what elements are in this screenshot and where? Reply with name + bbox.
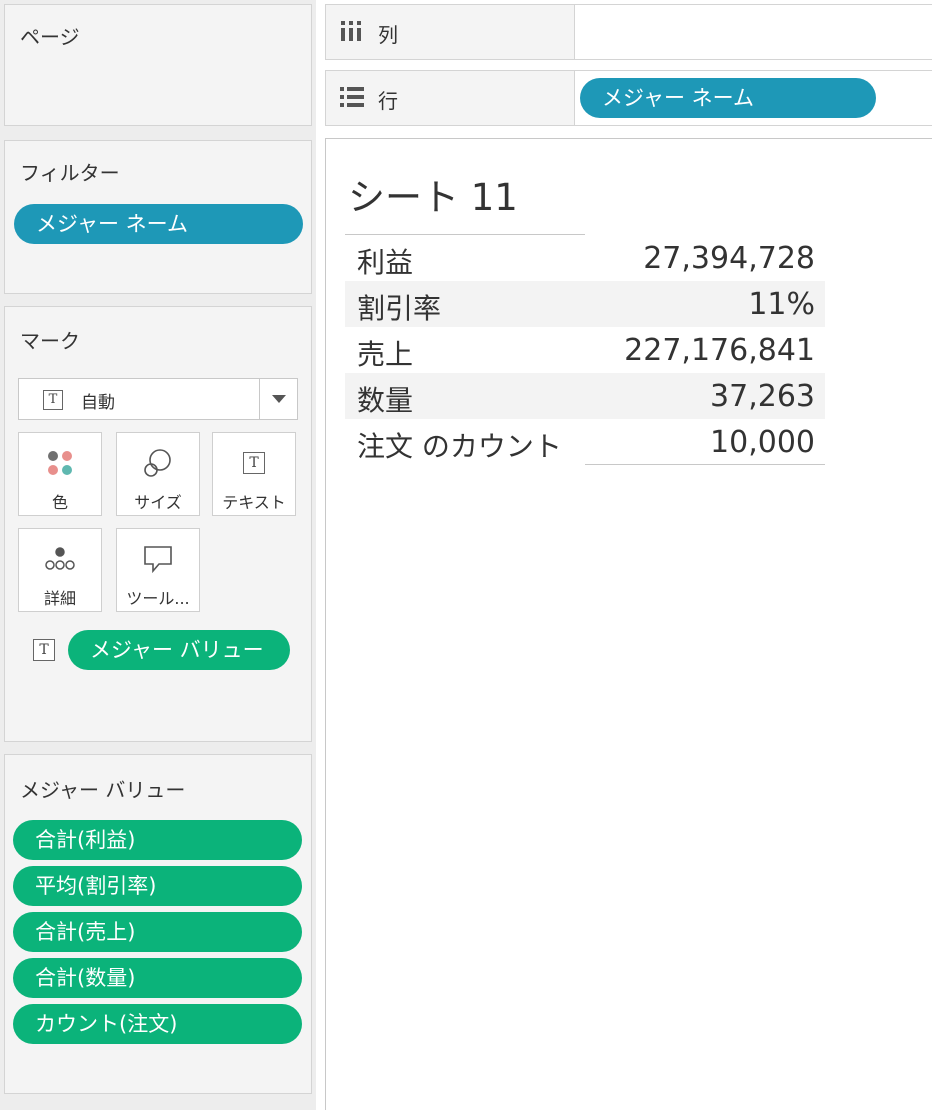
columns-label: 列 (378, 23, 398, 47)
columns-drop-zone[interactable] (574, 5, 932, 59)
mark-type-label: 自動 (81, 393, 115, 413)
columns-shelf[interactable]: 列 (325, 4, 932, 60)
filters-shelf-title: フィルター (20, 161, 120, 185)
row-value: 227,176,841 (624, 333, 815, 368)
row-value: 27,394,728 (643, 241, 815, 276)
measure-pill-profit[interactable]: 合計(利益) (13, 820, 302, 860)
row-value: 11% (748, 287, 815, 322)
detail-label: 詳細 (43, 589, 76, 608)
size-button[interactable]: サイズ (116, 432, 200, 516)
color-label: 色 (51, 493, 68, 512)
columns-icon (340, 20, 362, 46)
tooltip-label: ツール... (126, 589, 190, 608)
filter-pill-measure-names[interactable]: メジャー ネーム (14, 204, 303, 244)
table-row[interactable]: 売上 227,176,841 (345, 327, 825, 373)
text-label: テキスト (222, 493, 286, 512)
text-mark-icon: T (33, 639, 55, 661)
table-row[interactable]: 利益 27,394,728 (345, 235, 825, 281)
chevron-down-icon[interactable] (272, 395, 286, 403)
mark-type-dropdown[interactable]: T 自動 (18, 378, 298, 420)
row-header: 数量 (357, 384, 414, 417)
tooltip-button[interactable]: ツール... (116, 528, 200, 612)
table-row[interactable]: 割引率 11% (345, 281, 825, 327)
row-value: 37,263 (710, 379, 815, 414)
rows-icon (340, 86, 364, 112)
dropdown-divider (259, 379, 260, 419)
text-table: 利益 27,394,728 割引率 11% 売上 227,176,841 数量 … (345, 235, 825, 465)
measure-values-title: メジャー バリュー (20, 778, 186, 802)
detail-button[interactable]: 詳細 (18, 528, 102, 612)
marks-card: マーク (4, 306, 312, 742)
sheet-title: シート 11 (348, 176, 518, 219)
filters-shelf[interactable]: フィルター メジャー ネーム (4, 140, 312, 294)
measure-pill-discount[interactable]: 平均(割引率) (13, 866, 302, 906)
pages-shelf-title: ページ (20, 25, 80, 49)
measure-pill-orders[interactable]: カウント(注文) (13, 1004, 302, 1044)
row-header: 注文 のカウント (357, 430, 562, 463)
measure-pill-quantity[interactable]: 合計(数量) (13, 958, 302, 998)
text-icon: T (243, 452, 265, 474)
measure-pill-sales[interactable]: 合計(売上) (13, 912, 302, 952)
table-row[interactable]: 数量 37,263 (345, 373, 825, 419)
text-button[interactable]: T テキスト (212, 432, 296, 516)
row-header: 売上 (357, 338, 414, 371)
rows-label: 行 (378, 89, 398, 113)
color-icon (19, 447, 101, 479)
worksheet-view: シート 11 利益 27,394,728 割引率 11% 売上 227,176,… (325, 138, 932, 1110)
detail-icon (19, 543, 101, 575)
row-value: 10,000 (710, 425, 815, 460)
row-header: 利益 (357, 246, 414, 279)
text-pill-measure-values[interactable]: メジャー バリュー (68, 630, 290, 670)
row-header: 割引率 (357, 292, 442, 325)
text-mark-icon: T (43, 390, 63, 410)
marks-card-title: マーク (20, 329, 80, 353)
size-icon (117, 447, 199, 479)
size-label: サイズ (134, 493, 182, 512)
tooltip-icon (117, 543, 199, 575)
table-bottom-border (585, 464, 825, 465)
rows-pill-measure-names[interactable]: メジャー ネーム (580, 78, 876, 118)
pages-shelf[interactable]: ページ (4, 4, 312, 126)
table-row[interactable]: 注文 のカウント 10,000 (345, 419, 825, 465)
color-button[interactable]: 色 (18, 432, 102, 516)
